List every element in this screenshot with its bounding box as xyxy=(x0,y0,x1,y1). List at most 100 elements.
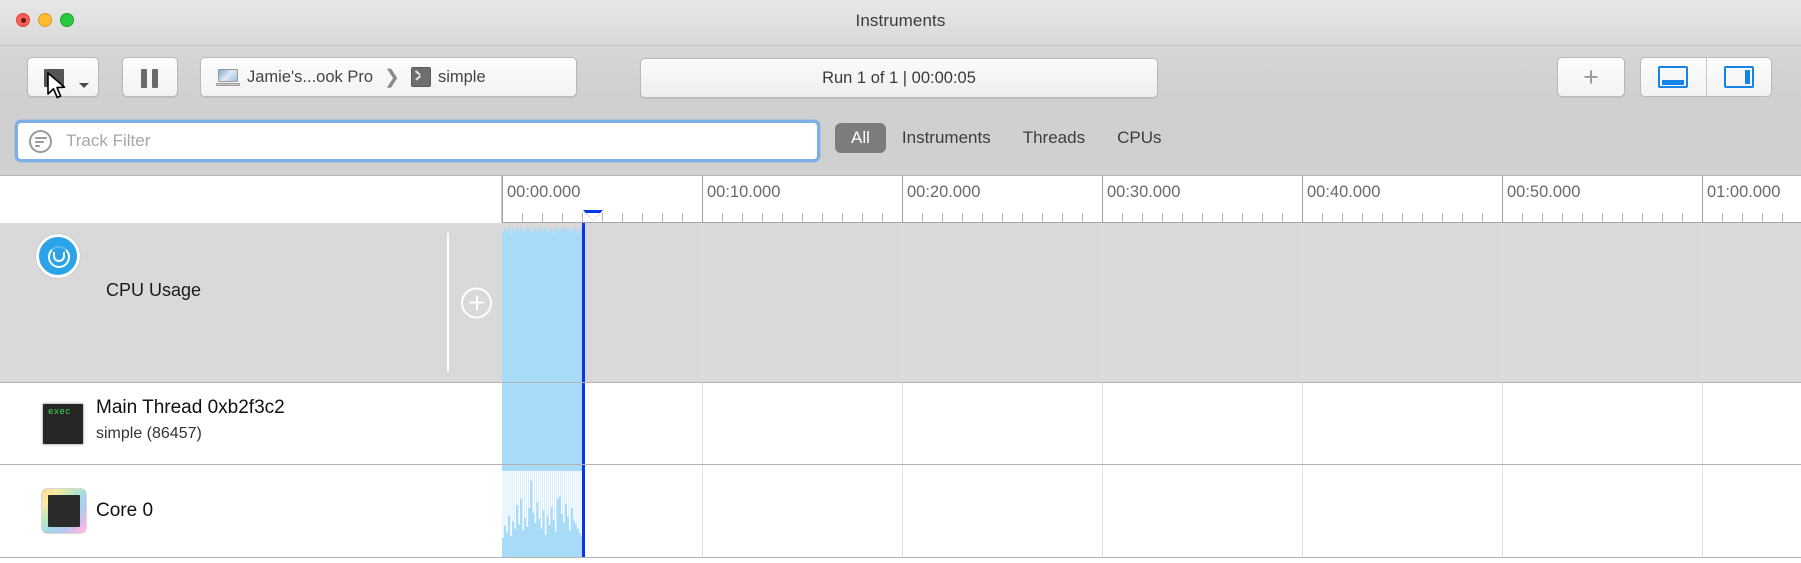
instruments-window: Instruments Jamie's...ook Pro ❯ simple R… xyxy=(0,0,1801,563)
track-title-cpu-usage: CPU Usage xyxy=(106,280,202,300)
ruler-minor-tick xyxy=(1082,213,1083,222)
ruler-minor-tick xyxy=(1242,213,1243,222)
ruler-minor-tick xyxy=(722,213,723,222)
ruler-minor-tick xyxy=(1462,213,1463,222)
track-filter-field[interactable] xyxy=(15,120,820,162)
ruler-minor-tick xyxy=(1142,213,1143,222)
add-track-detail-button[interactable] xyxy=(461,287,492,318)
title-bar: Instruments xyxy=(0,0,1801,46)
main-thread-activity-bar xyxy=(502,383,583,464)
ruler-minor-tick xyxy=(942,213,943,222)
ruler-minor-tick xyxy=(1422,213,1423,222)
ruler-minor-tick xyxy=(782,213,783,222)
filter-icon[interactable] xyxy=(29,129,52,153)
ruler-minor-tick xyxy=(962,213,963,222)
ruler-minor-tick xyxy=(1542,213,1543,222)
tab-all[interactable]: All xyxy=(835,123,886,153)
track-row-core-0[interactable]: Core 0 xyxy=(0,465,1801,558)
ruler-minor-tick xyxy=(522,213,523,222)
playhead-line xyxy=(582,383,585,464)
ruler-minor-tick xyxy=(1602,213,1603,222)
ruler-minor-tick xyxy=(1262,213,1263,222)
graph-gridlines xyxy=(502,383,1801,464)
ruler-minor-tick xyxy=(542,213,543,222)
graph-gridline xyxy=(1702,223,1703,382)
ruler-minor-tick xyxy=(762,213,763,222)
chevron-down-icon[interactable] xyxy=(79,83,89,88)
exec-icon-label: exec xyxy=(48,406,71,417)
ruler-label: 00:30.000 xyxy=(1107,183,1181,201)
toggle-right-panel-button[interactable] xyxy=(1705,58,1772,96)
terminal-icon xyxy=(410,67,431,87)
ruler-minor-tick xyxy=(842,213,843,222)
graph-gridline xyxy=(1502,223,1503,382)
pause-button[interactable] xyxy=(122,57,178,97)
ruler-minor-tick xyxy=(562,213,563,222)
ruler-minor-tick xyxy=(1062,213,1063,222)
plus-icon: + xyxy=(1583,61,1599,92)
graph-gridline xyxy=(1102,223,1103,382)
graph-gridline xyxy=(1702,383,1703,464)
ruler-minor-tick xyxy=(1522,213,1523,222)
add-instrument-button[interactable]: + xyxy=(1557,57,1625,97)
ruler-minor-tick xyxy=(1722,213,1723,222)
run-status-display[interactable]: Run 1 of 1 | 00:00:05 xyxy=(640,58,1158,98)
ruler-minor-tick xyxy=(742,213,743,222)
track-graph-cpu-usage[interactable] xyxy=(502,223,1801,382)
playhead-line xyxy=(582,223,585,382)
ruler-minor-tick xyxy=(882,213,883,222)
tab-instruments[interactable]: Instruments xyxy=(886,123,1007,153)
breadcrumb-device[interactable]: Jamie's...ook Pro xyxy=(247,68,373,87)
ruler-minor-tick xyxy=(862,213,863,222)
toggle-bottom-panel-button[interactable] xyxy=(1641,58,1706,96)
track-filter-bar: All Instruments Threads CPUs xyxy=(0,108,1801,176)
tab-threads[interactable]: Threads xyxy=(1007,123,1101,153)
breadcrumb-target[interactable]: simple xyxy=(438,68,486,87)
stop-square-icon xyxy=(44,69,64,87)
tab-cpus[interactable]: CPUs xyxy=(1101,123,1177,153)
graph-gridline xyxy=(702,465,703,557)
view-options-group xyxy=(1640,57,1772,97)
playhead-handle[interactable] xyxy=(583,210,603,221)
track-title-core-0: Core 0 xyxy=(96,500,154,521)
track-row-main-thread[interactable]: exec Main Thread 0xb2f3c2 simple (86457) xyxy=(0,383,1801,465)
graph-gridline xyxy=(1502,383,1503,464)
run-status-text: Run 1 of 1 | 00:00:05 xyxy=(822,68,976,87)
ruler-minor-tick xyxy=(1662,213,1663,222)
ruler-minor-tick xyxy=(1682,213,1683,222)
ruler-minor-tick xyxy=(822,213,823,222)
ruler-minor-tick xyxy=(1782,213,1783,222)
cpu-usage-icon xyxy=(36,234,80,278)
track-graph-main-thread[interactable] xyxy=(502,383,1801,464)
ruler-minor-tick xyxy=(1022,213,1023,222)
ruler-label: 00:50.000 xyxy=(1507,183,1581,201)
ruler-minor-tick xyxy=(1362,213,1363,222)
ruler-minor-tick xyxy=(1002,213,1003,222)
exec-binary-icon: exec xyxy=(42,402,84,445)
toolbar: Jamie's...ook Pro ❯ simple Run 1 of 1 | … xyxy=(0,46,1801,108)
pause-icon xyxy=(141,69,158,88)
ruler-minor-tick xyxy=(1742,213,1743,222)
graph-gridline xyxy=(702,223,703,382)
track-header-divider xyxy=(447,233,449,372)
window-title: Instruments xyxy=(855,11,946,30)
ruler-label: 01:00.000 xyxy=(1707,183,1781,201)
record-stop-button[interactable] xyxy=(27,57,99,97)
track-header-main-thread[interactable]: exec Main Thread 0xb2f3c2 simple (86457) xyxy=(0,383,502,464)
timeline-ruler[interactable]: 00:00.000 00:10.000 00:20.000 00:30.000 00:4… xyxy=(0,176,1801,223)
ruler-label: 00:00.000 xyxy=(507,183,581,201)
laptop-icon xyxy=(216,68,240,86)
playhead-line xyxy=(582,465,585,557)
track-header-core-0[interactable]: Core 0 xyxy=(0,465,502,557)
track-header-cpu-usage[interactable]: CPU Usage xyxy=(0,223,502,382)
track-row-cpu-usage[interactable]: CPU Usage xyxy=(0,223,1801,383)
graph-gridline xyxy=(702,383,703,464)
graph-gridline xyxy=(902,383,903,464)
ruler-minor-tick xyxy=(1762,213,1763,222)
search-input[interactable] xyxy=(66,131,807,151)
filter-tabs: All Instruments Threads CPUs xyxy=(835,123,1178,153)
graph-gridline xyxy=(1102,383,1103,464)
breadcrumb[interactable]: Jamie's...ook Pro ❯ simple xyxy=(200,57,577,97)
track-graph-core-0[interactable] xyxy=(502,465,1801,557)
track-title-main-thread: Main Thread 0xb2f3c2 xyxy=(96,397,285,418)
